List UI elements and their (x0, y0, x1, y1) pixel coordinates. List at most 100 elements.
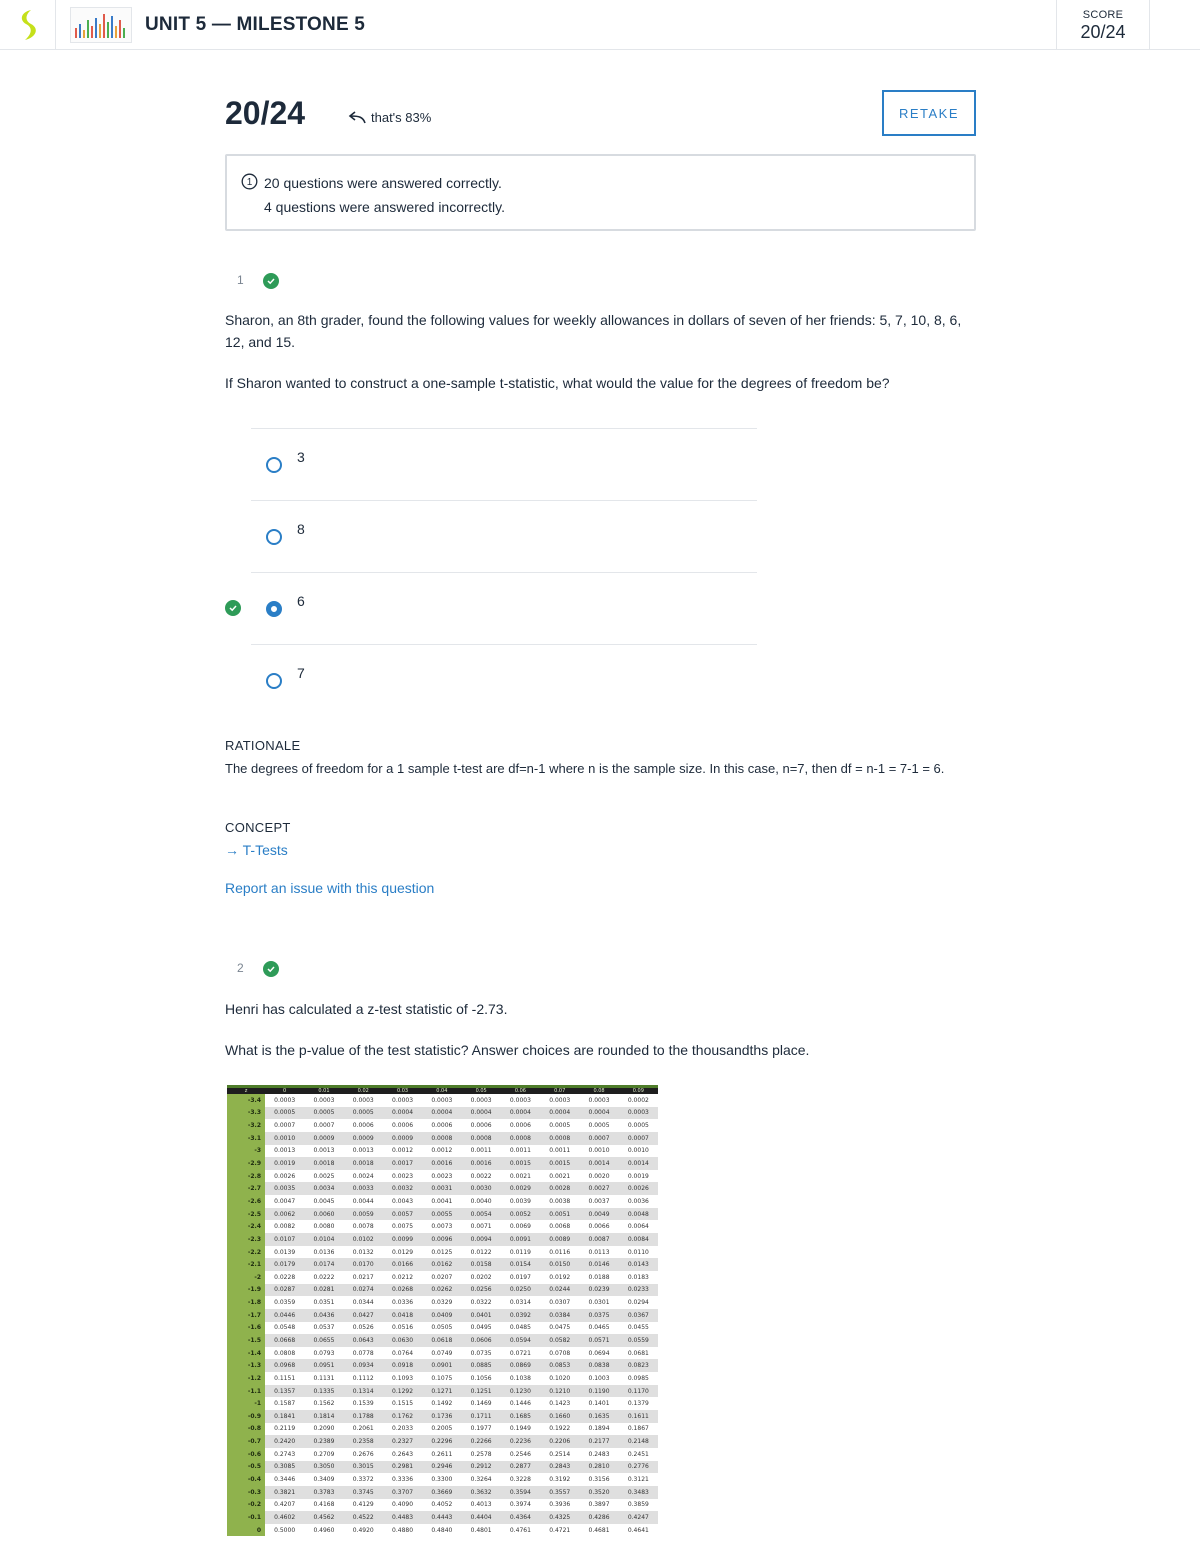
probability-cell: 0.0044 (352, 1197, 374, 1205)
sophia-logo-icon[interactable] (0, 0, 56, 50)
z-table-row: -2.4 0.0082 0.0080 0.0078 0.0075 0.0073 0.0071… (227, 1220, 658, 1234)
probability-cell: 0.0392 (500, 1308, 541, 1322)
z-table-header-cell: 0.07 (540, 1085, 580, 1094)
probability-cell: 0.0446 (265, 1308, 305, 1322)
radio-button-selected[interactable] (266, 601, 282, 617)
probability-cell: 0.0013 (274, 1147, 296, 1155)
probability-cell: 0.0008 (540, 1131, 580, 1145)
probability-cell: 0.0028 (540, 1182, 580, 1196)
z-value-cell: -0.7 (227, 1435, 265, 1448)
probability-cell: 0.0003 (313, 1096, 335, 1104)
z-table-header-cell: 0.03 (382, 1085, 423, 1094)
result-score: 20/24 (225, 95, 306, 131)
probability-cell: 0.0007 (618, 1131, 658, 1145)
z-table-header-cell: z (227, 1085, 265, 1094)
probability-cell: 0.2877 (500, 1460, 541, 1474)
probability-cell: 0.1379 (627, 1400, 649, 1408)
probability-cell: 0.0057 (382, 1207, 423, 1221)
probability-cell: 0.0004 (422, 1106, 462, 1120)
concept-link[interactable]: → T-Tests (225, 842, 288, 858)
probability-cell: 0.0162 (422, 1258, 462, 1271)
probability-cell: 0.3974 (509, 1501, 531, 1509)
probability-cell: 0.0262 (422, 1283, 462, 1297)
probability-cell: 0.4286 (579, 1511, 619, 1524)
probability-cell: 0.0351 (313, 1299, 335, 1307)
z-table-header-cell: 0.01 (304, 1085, 344, 1094)
probability-cell: 0.2709 (313, 1450, 335, 1458)
probability-cell: 0.0023 (392, 1172, 414, 1180)
probability-cell: 0.4443 (422, 1511, 462, 1524)
probability-cell: 0.1151 (274, 1374, 296, 1382)
option-label: 8 (297, 521, 305, 537)
probability-cell: 0.3015 (343, 1460, 383, 1474)
probability-cell: 0.0951 (304, 1359, 344, 1373)
z-table-row: -1.4 0.0808 0.0793 0.0778 0.0764 0.0749 0.0735… (227, 1346, 658, 1360)
probability-cell: 0.1170 (618, 1384, 658, 1398)
probability-cell: 0.0344 (352, 1299, 374, 1307)
probability-cell: 0.4880 (392, 1526, 414, 1534)
radio-button[interactable] (266, 673, 282, 689)
probability-cell: 0.0019 (265, 1157, 305, 1170)
probability-cell: 0.3936 (549, 1501, 571, 1509)
probability-cell: 0.0010 (265, 1131, 305, 1145)
probability-cell: 0.0014 (579, 1157, 619, 1170)
radio-button[interactable] (266, 529, 282, 545)
probability-cell: 0.0166 (382, 1258, 423, 1271)
probability-cell: 0.0007 (579, 1131, 619, 1145)
z-value-cell: -1.4 (227, 1346, 265, 1360)
probability-cell: 0.0643 (343, 1334, 383, 1347)
z-table-row: -1.2 0.1151 0.1131 0.1112 0.1093 0.1075 0.1056… (227, 1372, 658, 1385)
probability-cell: 0.0202 (470, 1273, 492, 1281)
probability-cell: 0.0008 (422, 1131, 462, 1145)
probability-cell: 0.0013 (313, 1147, 335, 1155)
probability-cell: 0.3372 (352, 1476, 374, 1484)
z-value-cell: -0.9 (227, 1410, 265, 1423)
z-value-cell: -1.7 (227, 1308, 265, 1322)
z-table-row: -2.7 0.0035 0.0034 0.0033 0.0032 0.0031 0.0030… (227, 1182, 658, 1196)
probability-cell: 0.0367 (618, 1308, 658, 1322)
probability-cell: 0.0066 (588, 1223, 610, 1231)
answer-option[interactable]: 3 (251, 428, 757, 500)
probability-cell: 0.0089 (540, 1233, 580, 1246)
probability-cell: 0.0228 (274, 1273, 296, 1281)
probability-cell: 0.0064 (627, 1223, 649, 1231)
probability-cell: 0.3085 (265, 1460, 305, 1474)
probability-cell: 0.0007 (313, 1122, 335, 1130)
probability-cell: 0.3156 (588, 1476, 610, 1484)
z-table-row: -3.3 0.0005 0.0005 0.0005 0.0004 0.0004 0.0004… (227, 1106, 658, 1120)
probability-cell: 0.3520 (579, 1485, 619, 1499)
probability-cell: 0.0003 (352, 1096, 374, 1104)
probability-cell: 0.0005 (343, 1106, 383, 1120)
z-value-cell: -1.1 (227, 1384, 265, 1398)
z-table-header-cell: 0.05 (461, 1085, 501, 1094)
answer-option[interactable]: 8 (251, 500, 757, 572)
probability-cell: 0.2676 (352, 1450, 374, 1458)
probability-cell: 0.0436 (304, 1308, 344, 1322)
answer-option-selected[interactable]: 6 (251, 572, 757, 644)
probability-cell: 0.0179 (265, 1258, 305, 1271)
probability-cell: 0.0113 (588, 1248, 610, 1256)
probability-cell: 0.0708 (549, 1349, 571, 1357)
probability-cell: 0.0006 (509, 1122, 531, 1130)
radio-button[interactable] (266, 457, 282, 473)
z-value-cell: -0.5 (227, 1460, 265, 1474)
probability-cell: 0.1446 (509, 1400, 531, 1408)
probability-cell: 0.0808 (274, 1349, 296, 1357)
probability-cell: 0.3632 (461, 1485, 501, 1499)
probability-cell: 0.1357 (265, 1384, 305, 1398)
probability-cell: 0.0075 (392, 1223, 414, 1231)
probability-cell: 0.0059 (343, 1207, 383, 1221)
probability-cell: 0.2611 (431, 1450, 453, 1458)
z-table-row: -2.5 0.0062 0.0060 0.0059 0.0057 0.0055 0.0054… (227, 1207, 658, 1221)
answer-option[interactable]: 7 (251, 644, 757, 716)
probability-cell: 0.0537 (313, 1324, 335, 1332)
probability-cell: 0.0006 (392, 1122, 414, 1130)
report-issue-link[interactable]: Report an issue with this question (225, 880, 434, 896)
z-table-row: -2 0.0228 0.0222 0.0217 0.0212 0.0207 0.0202 0.… (227, 1270, 658, 1284)
z-value-cell: -1.5 (227, 1334, 265, 1347)
probability-cell: 0.1112 (352, 1374, 374, 1382)
retake-button[interactable]: RETAKE (882, 90, 976, 136)
probability-cell: 0.0096 (422, 1233, 462, 1246)
z-value-cell: -3.2 (227, 1119, 265, 1132)
probability-cell: 0.1977 (470, 1425, 492, 1433)
